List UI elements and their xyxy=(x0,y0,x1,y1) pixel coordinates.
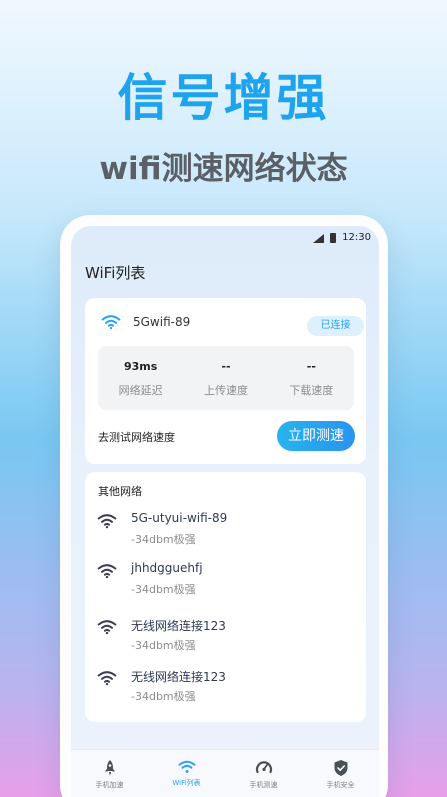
stat-label: 下载速度 xyxy=(289,384,334,397)
stat-latency: 93ms 网络延迟 xyxy=(98,346,183,410)
tab-label: 手机测速 xyxy=(249,781,278,789)
network-list-item[interactable]: jhhdgguehfj -34dbm极强 xyxy=(85,561,366,605)
wifi-icon xyxy=(97,620,117,635)
network-list-item[interactable]: 5G-utyui-wifi-89 -34dbm极强 xyxy=(85,511,366,555)
network-signal: -34dbm极强 xyxy=(131,583,196,596)
speed-test-button[interactable]: 立即测速 xyxy=(277,421,355,451)
speed-stats: 93ms 网络延迟 -- 上传速度 -- 下载速度 xyxy=(98,346,354,410)
network-signal: -34dbm极强 xyxy=(131,533,196,546)
stat-label: 上传速度 xyxy=(203,384,248,397)
wifi-icon xyxy=(97,564,117,579)
tab-label: 手机安全 xyxy=(326,781,355,789)
stat-value: -- xyxy=(306,360,316,373)
network-ssid: 无线网络连接123 xyxy=(131,670,226,684)
status-badge: 已连接 xyxy=(307,316,364,336)
network-ssid: jhhdgguehfj xyxy=(131,561,203,575)
wifi-icon xyxy=(178,760,195,773)
shield-check-icon xyxy=(334,760,347,776)
tab-phone-security[interactable]: 手机安全 xyxy=(302,750,379,797)
page-title: WiFi列表 xyxy=(85,264,146,282)
speed-test-label: 去测试网络速度 xyxy=(98,431,175,444)
bottom-tab-bar: 手机加速 WiFi列表 手机测速 手机安全 xyxy=(71,749,379,797)
status-time: 12:30 xyxy=(342,232,371,243)
network-ssid: 无线网络连接123 xyxy=(131,619,226,633)
tab-phone-boost[interactable]: 手机加速 xyxy=(71,750,148,797)
other-networks-card: 其他网络 5G-utyui-wifi-89 -34dbm极强 jhhdggueh… xyxy=(85,472,366,722)
promo-headline: 信号增强 xyxy=(117,69,330,127)
speedometer-icon xyxy=(255,761,272,774)
wifi-icon xyxy=(97,671,117,686)
stat-download: -- 下载速度 xyxy=(269,346,354,410)
network-list-item[interactable]: 无线网络连接123 -34dbm极强 xyxy=(85,668,366,712)
tab-label: WiFi列表 xyxy=(172,779,201,787)
promo-subline: wifi测速网络状态 xyxy=(99,151,348,187)
tab-wifi-list[interactable]: WiFi列表 xyxy=(148,750,225,797)
network-ssid: 5G-utyui-wifi-89 xyxy=(131,511,228,525)
phone-screen: 12:30 WiFi列表 5Gwifi-89 已连接 93ms 网络延迟 -- … xyxy=(71,226,379,797)
network-signal: -34dbm极强 xyxy=(131,690,196,703)
network-list-item[interactable]: 无线网络连接123 -34dbm极强 xyxy=(85,617,366,661)
wifi-icon xyxy=(97,514,117,529)
connected-ssid: 5Gwifi-89 xyxy=(133,315,191,329)
tab-label: 手机加速 xyxy=(95,781,124,789)
stat-label: 网络延迟 xyxy=(118,384,163,397)
rocket-icon xyxy=(104,760,115,776)
stat-upload: -- 上传速度 xyxy=(183,346,268,410)
stat-value: 93ms xyxy=(124,360,158,373)
battery-icon xyxy=(330,232,337,243)
status-bar: 12:30 xyxy=(313,232,371,243)
cell-signal-icon xyxy=(313,233,325,243)
connected-network-card: 5Gwifi-89 已连接 93ms 网络延迟 -- 上传速度 -- 下载速度 … xyxy=(85,298,366,464)
other-networks-title: 其他网络 xyxy=(98,485,142,498)
stat-value: -- xyxy=(221,360,231,373)
network-signal: -34dbm极强 xyxy=(131,639,196,652)
wifi-icon xyxy=(101,315,121,330)
tab-speed-test[interactable]: 手机测速 xyxy=(225,750,302,797)
